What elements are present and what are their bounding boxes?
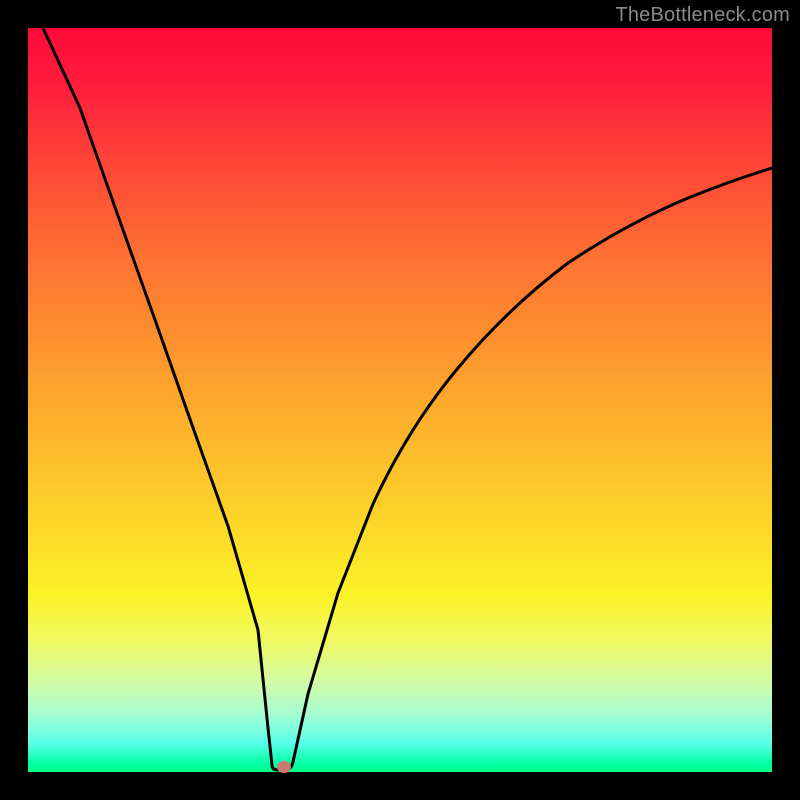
curve-right-branch	[285, 168, 772, 770]
minimum-marker	[277, 761, 291, 773]
plot-area	[28, 28, 772, 772]
bottleneck-curve	[28, 28, 772, 772]
curve-left-branch	[43, 28, 272, 765]
attribution-label: TheBottleneck.com	[615, 4, 790, 27]
chart-frame: TheBottleneck.com	[0, 0, 800, 800]
